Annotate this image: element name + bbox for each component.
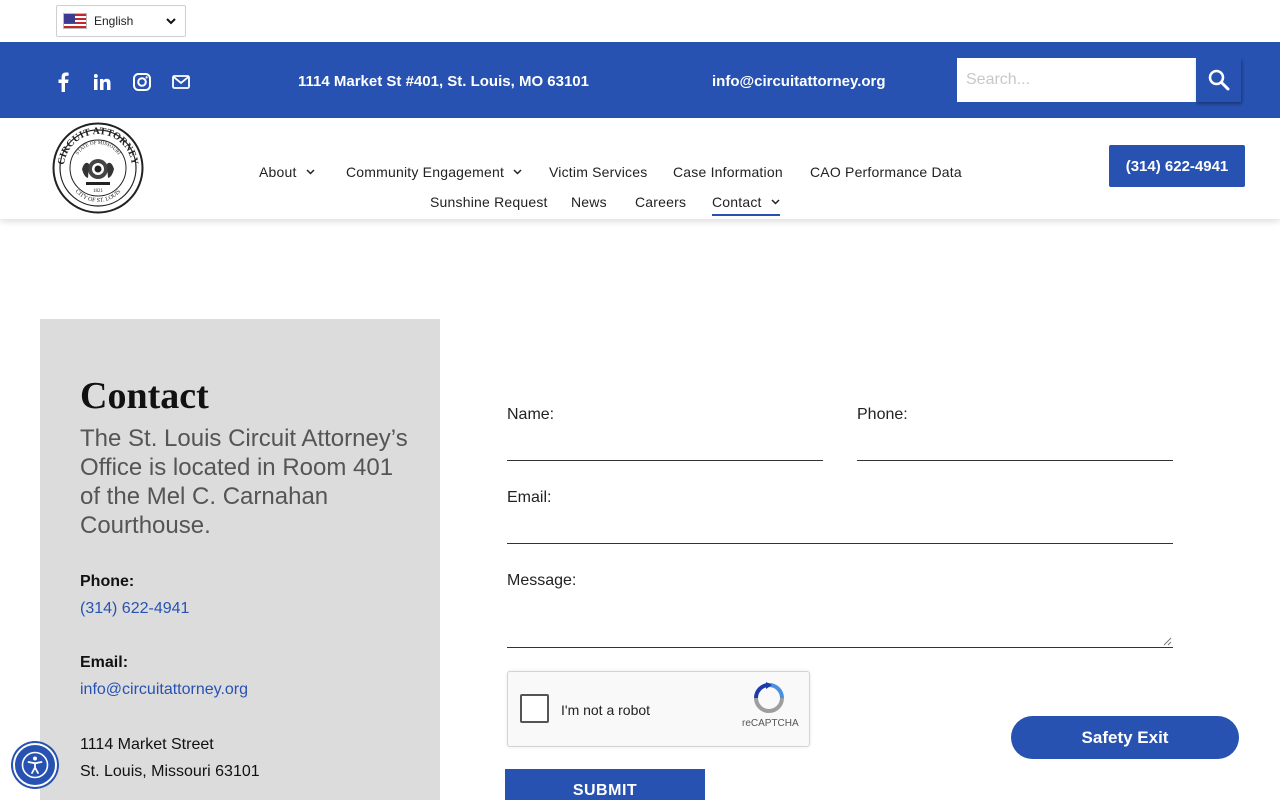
nav-contact[interactable]: Contact bbox=[712, 194, 780, 216]
site-header: CIRCUIT ATTORNEY STATE OF MISSOURI CITY … bbox=[0, 118, 1280, 219]
message-label: Message: bbox=[507, 572, 577, 589]
recaptcha-label: I'm not a robot bbox=[561, 702, 651, 718]
phone-call-button[interactable]: (314) 622-4941 bbox=[1109, 145, 1245, 187]
top-info-bar: 1114 Market St #401, St. Louis, MO 63101… bbox=[0, 42, 1280, 118]
nav-community-engagement[interactable]: Community Engagement bbox=[346, 164, 522, 180]
nav-news[interactable]: News bbox=[571, 194, 607, 210]
message-field[interactable] bbox=[507, 603, 1173, 648]
office-address[interactable]: 1114 Market St #401, St. Louis, MO 63101 bbox=[298, 73, 589, 90]
contact-info-panel: Contact The St. Louis Circuit Attorney’s… bbox=[40, 319, 440, 800]
recaptcha-widget: I'm not a robot reCAPTCHA bbox=[507, 671, 810, 747]
nav-about-label: About bbox=[259, 164, 297, 180]
email-link[interactable]: info@circuitattorney.org bbox=[80, 681, 248, 699]
circuit-attorney-seal-logo[interactable]: CIRCUIT ATTORNEY STATE OF MISSOURI CITY … bbox=[52, 122, 144, 214]
nav-case-information[interactable]: Case Information bbox=[673, 164, 783, 180]
search-icon bbox=[1208, 69, 1229, 91]
submit-button[interactable]: SUBMIT bbox=[505, 769, 705, 800]
phone-link[interactable]: (314) 622-4941 bbox=[80, 600, 189, 618]
phone-label: Phone: bbox=[80, 573, 135, 590]
nav-sunshine-request[interactable]: Sunshine Request bbox=[430, 194, 548, 210]
name-field[interactable] bbox=[507, 431, 823, 461]
nav-community-engagement-label: Community Engagement bbox=[346, 164, 505, 180]
nav-victim-services[interactable]: Victim Services bbox=[549, 164, 647, 180]
search-button[interactable] bbox=[1196, 58, 1241, 102]
accessibility-icon bbox=[21, 751, 49, 779]
accessibility-button[interactable] bbox=[13, 743, 57, 787]
linkedin-icon[interactable] bbox=[93, 74, 111, 95]
form-email-label: Email: bbox=[507, 489, 552, 506]
chevron-down-icon bbox=[771, 199, 780, 205]
nav-cao-performance-data[interactable]: CAO Performance Data bbox=[810, 164, 962, 180]
mail-icon[interactable] bbox=[172, 75, 190, 94]
nav-careers[interactable]: Careers bbox=[635, 194, 686, 210]
facebook-icon[interactable] bbox=[57, 72, 69, 97]
svg-text:1821: 1821 bbox=[93, 189, 104, 194]
language-select[interactable]: English bbox=[56, 5, 186, 37]
nav-about[interactable]: About bbox=[259, 164, 315, 180]
recaptcha-logo-icon bbox=[754, 682, 784, 713]
search-input[interactable] bbox=[957, 58, 1196, 102]
chevron-down-icon bbox=[166, 18, 176, 25]
office-email-link[interactable]: info@circuitattorney.org bbox=[712, 73, 886, 90]
address-line-1: 1114 Market Street bbox=[80, 736, 214, 753]
phone-field[interactable] bbox=[857, 431, 1173, 461]
recaptcha-checkbox[interactable] bbox=[520, 694, 549, 723]
recaptcha-brand: reCAPTCHA bbox=[742, 718, 799, 729]
address-line-2: St. Louis, Missouri 63101 bbox=[80, 763, 260, 780]
chevron-down-icon bbox=[513, 169, 522, 175]
page-title: Contact bbox=[80, 375, 209, 417]
form-phone-label: Phone: bbox=[857, 406, 908, 423]
name-label: Name: bbox=[507, 406, 555, 423]
email-field[interactable] bbox=[507, 514, 1173, 544]
email-label: Email: bbox=[80, 654, 129, 671]
office-location-description: The St. Louis Circuit Attorney’s Office … bbox=[80, 425, 408, 539]
safety-exit-button[interactable]: Safety Exit bbox=[1011, 716, 1239, 759]
nav-contact-label: Contact bbox=[712, 194, 762, 210]
language-label: English bbox=[94, 14, 134, 28]
chevron-down-icon bbox=[306, 169, 315, 175]
us-flag-icon bbox=[63, 13, 87, 29]
resize-handle-icon[interactable] bbox=[1163, 637, 1172, 646]
instagram-icon[interactable] bbox=[133, 73, 151, 96]
